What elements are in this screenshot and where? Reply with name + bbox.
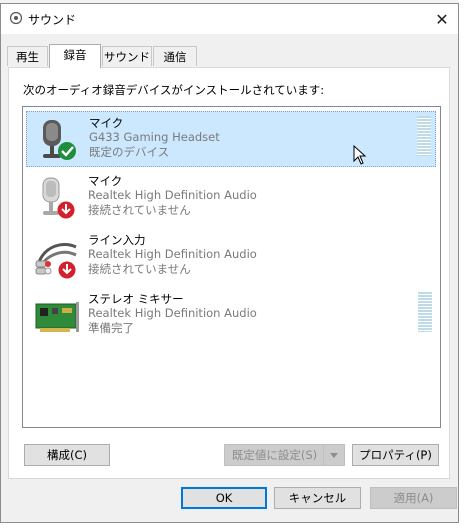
cancel-button[interactable]: キャンセル [274, 487, 361, 509]
apply-button[interactable]: 適用(A) [370, 487, 457, 509]
close-icon: ✕ [435, 9, 449, 29]
ok-button[interactable]: OK [181, 487, 267, 509]
tab-communications[interactable]: 通信 [153, 46, 197, 66]
tab-recording[interactable]: 録音 [49, 44, 101, 68]
device-name: マイク [88, 174, 123, 188]
mouse-cursor-icon [353, 145, 367, 165]
line-in-cable-icon [35, 242, 77, 279]
check-badge-icon [58, 142, 76, 160]
close-button[interactable]: ✕ [426, 4, 458, 34]
recording-panel: 次のオーディオ録音デバイスがインストールされています: マイク G433 Gam… [8, 67, 450, 479]
tab-sounds[interactable]: サウンド [102, 46, 152, 66]
device-description: Realtek High Definition Audio [88, 247, 257, 261]
device-description: G433 Gaming Headset [89, 130, 220, 144]
disconnected-badge-icon [57, 201, 75, 219]
set-default-label: 既定値に設定(S) [231, 448, 318, 462]
level-meter [417, 116, 431, 156]
disconnected-badge-icon [58, 261, 76, 279]
sound-dialog: サウンド ✕ 再生 録音 サウンド 通信 次のオーディオ録音デバイスがインストー… [0, 3, 459, 523]
device-description: Realtek High Definition Audio [88, 188, 257, 202]
microphone-icon [42, 177, 75, 219]
device-status: 接続されていません [88, 203, 191, 217]
sound-card-icon [35, 302, 79, 332]
device-item-stereo-mix[interactable]: ステレオ ミキサー Realtek High Definition Audio … [26, 288, 436, 344]
device-status: 既定のデバイス [89, 145, 170, 159]
headset-mic-icon [43, 120, 76, 160]
device-item-line-in[interactable]: ライン入力 Realtek High Definition Audio 接続され… [26, 229, 436, 285]
device-item-headset-mic[interactable]: マイク G433 Gaming Headset 既定のデバイス [26, 111, 436, 167]
instruction-text: 次のオーディオ録音デバイスがインストールされています: [23, 83, 325, 97]
device-name: ステレオ ミキサー [88, 292, 184, 306]
device-description: Realtek High Definition Audio [88, 306, 257, 320]
chevron-down-icon[interactable] [323, 445, 344, 465]
configure-button[interactable]: 構成(C) [24, 444, 110, 466]
device-list: マイク G433 Gaming Headset 既定のデバイス マイク Real… [22, 106, 441, 428]
device-item-realtek-mic[interactable]: マイク Realtek High Definition Audio 接続されてい… [26, 170, 436, 226]
device-name: ライン入力 [88, 233, 146, 247]
device-name: マイク [89, 116, 124, 130]
title-bar: サウンド ✕ [1, 4, 458, 34]
device-status: 接続されていません [88, 262, 191, 276]
level-meter [418, 292, 432, 332]
device-status: 準備完了 [88, 321, 134, 335]
set-default-button[interactable]: 既定値に設定(S) [224, 444, 345, 466]
speaker-app-icon [9, 11, 23, 25]
window-title: サウンド [28, 13, 77, 27]
background-window-edge [458, 0, 467, 530]
properties-button[interactable]: プロパティ(P) [352, 444, 439, 466]
tab-playback[interactable]: 再生 [7, 46, 48, 66]
background-window-bottom [0, 522, 467, 530]
